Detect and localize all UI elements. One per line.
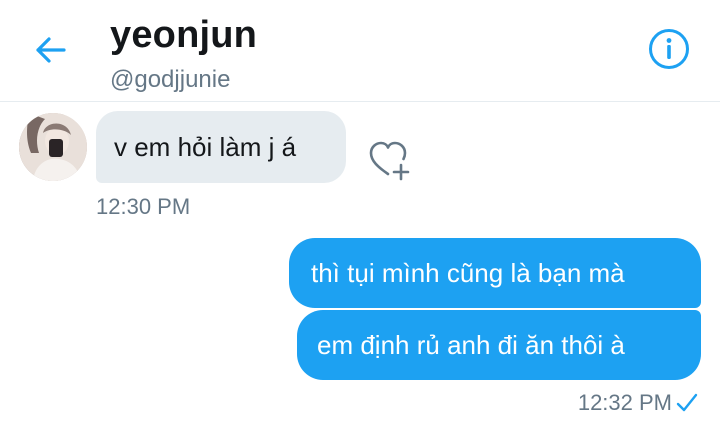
arrow-left-icon [36, 37, 66, 63]
message-bubble-outgoing[interactable]: thì tụi mình cũng là bạn mà [289, 238, 701, 308]
message-bubble-incoming[interactable]: v em hỏi làm j á [96, 111, 346, 183]
checkmark-icon [676, 393, 698, 412]
timestamp-incoming: 12:30 PM [96, 194, 191, 219]
timestamp-outgoing: 12:32 PM [577, 390, 672, 415]
info-icon [649, 29, 689, 69]
conversation-handle[interactable]: @godjjunie [110, 66, 230, 94]
message-bubble-outgoing[interactable]: em định rủ anh đi ăn thôi à [297, 310, 701, 380]
heart-plus-icon [369, 141, 410, 181]
conversation-title[interactable]: yeonjun [110, 14, 257, 57]
info-button[interactable] [648, 28, 690, 70]
back-button[interactable] [30, 32, 70, 68]
avatar-photo [19, 113, 87, 181]
react-button[interactable] [368, 140, 412, 182]
conversation-header: yeonjun @godjjunie [0, 0, 720, 102]
avatar[interactable] [19, 113, 87, 181]
